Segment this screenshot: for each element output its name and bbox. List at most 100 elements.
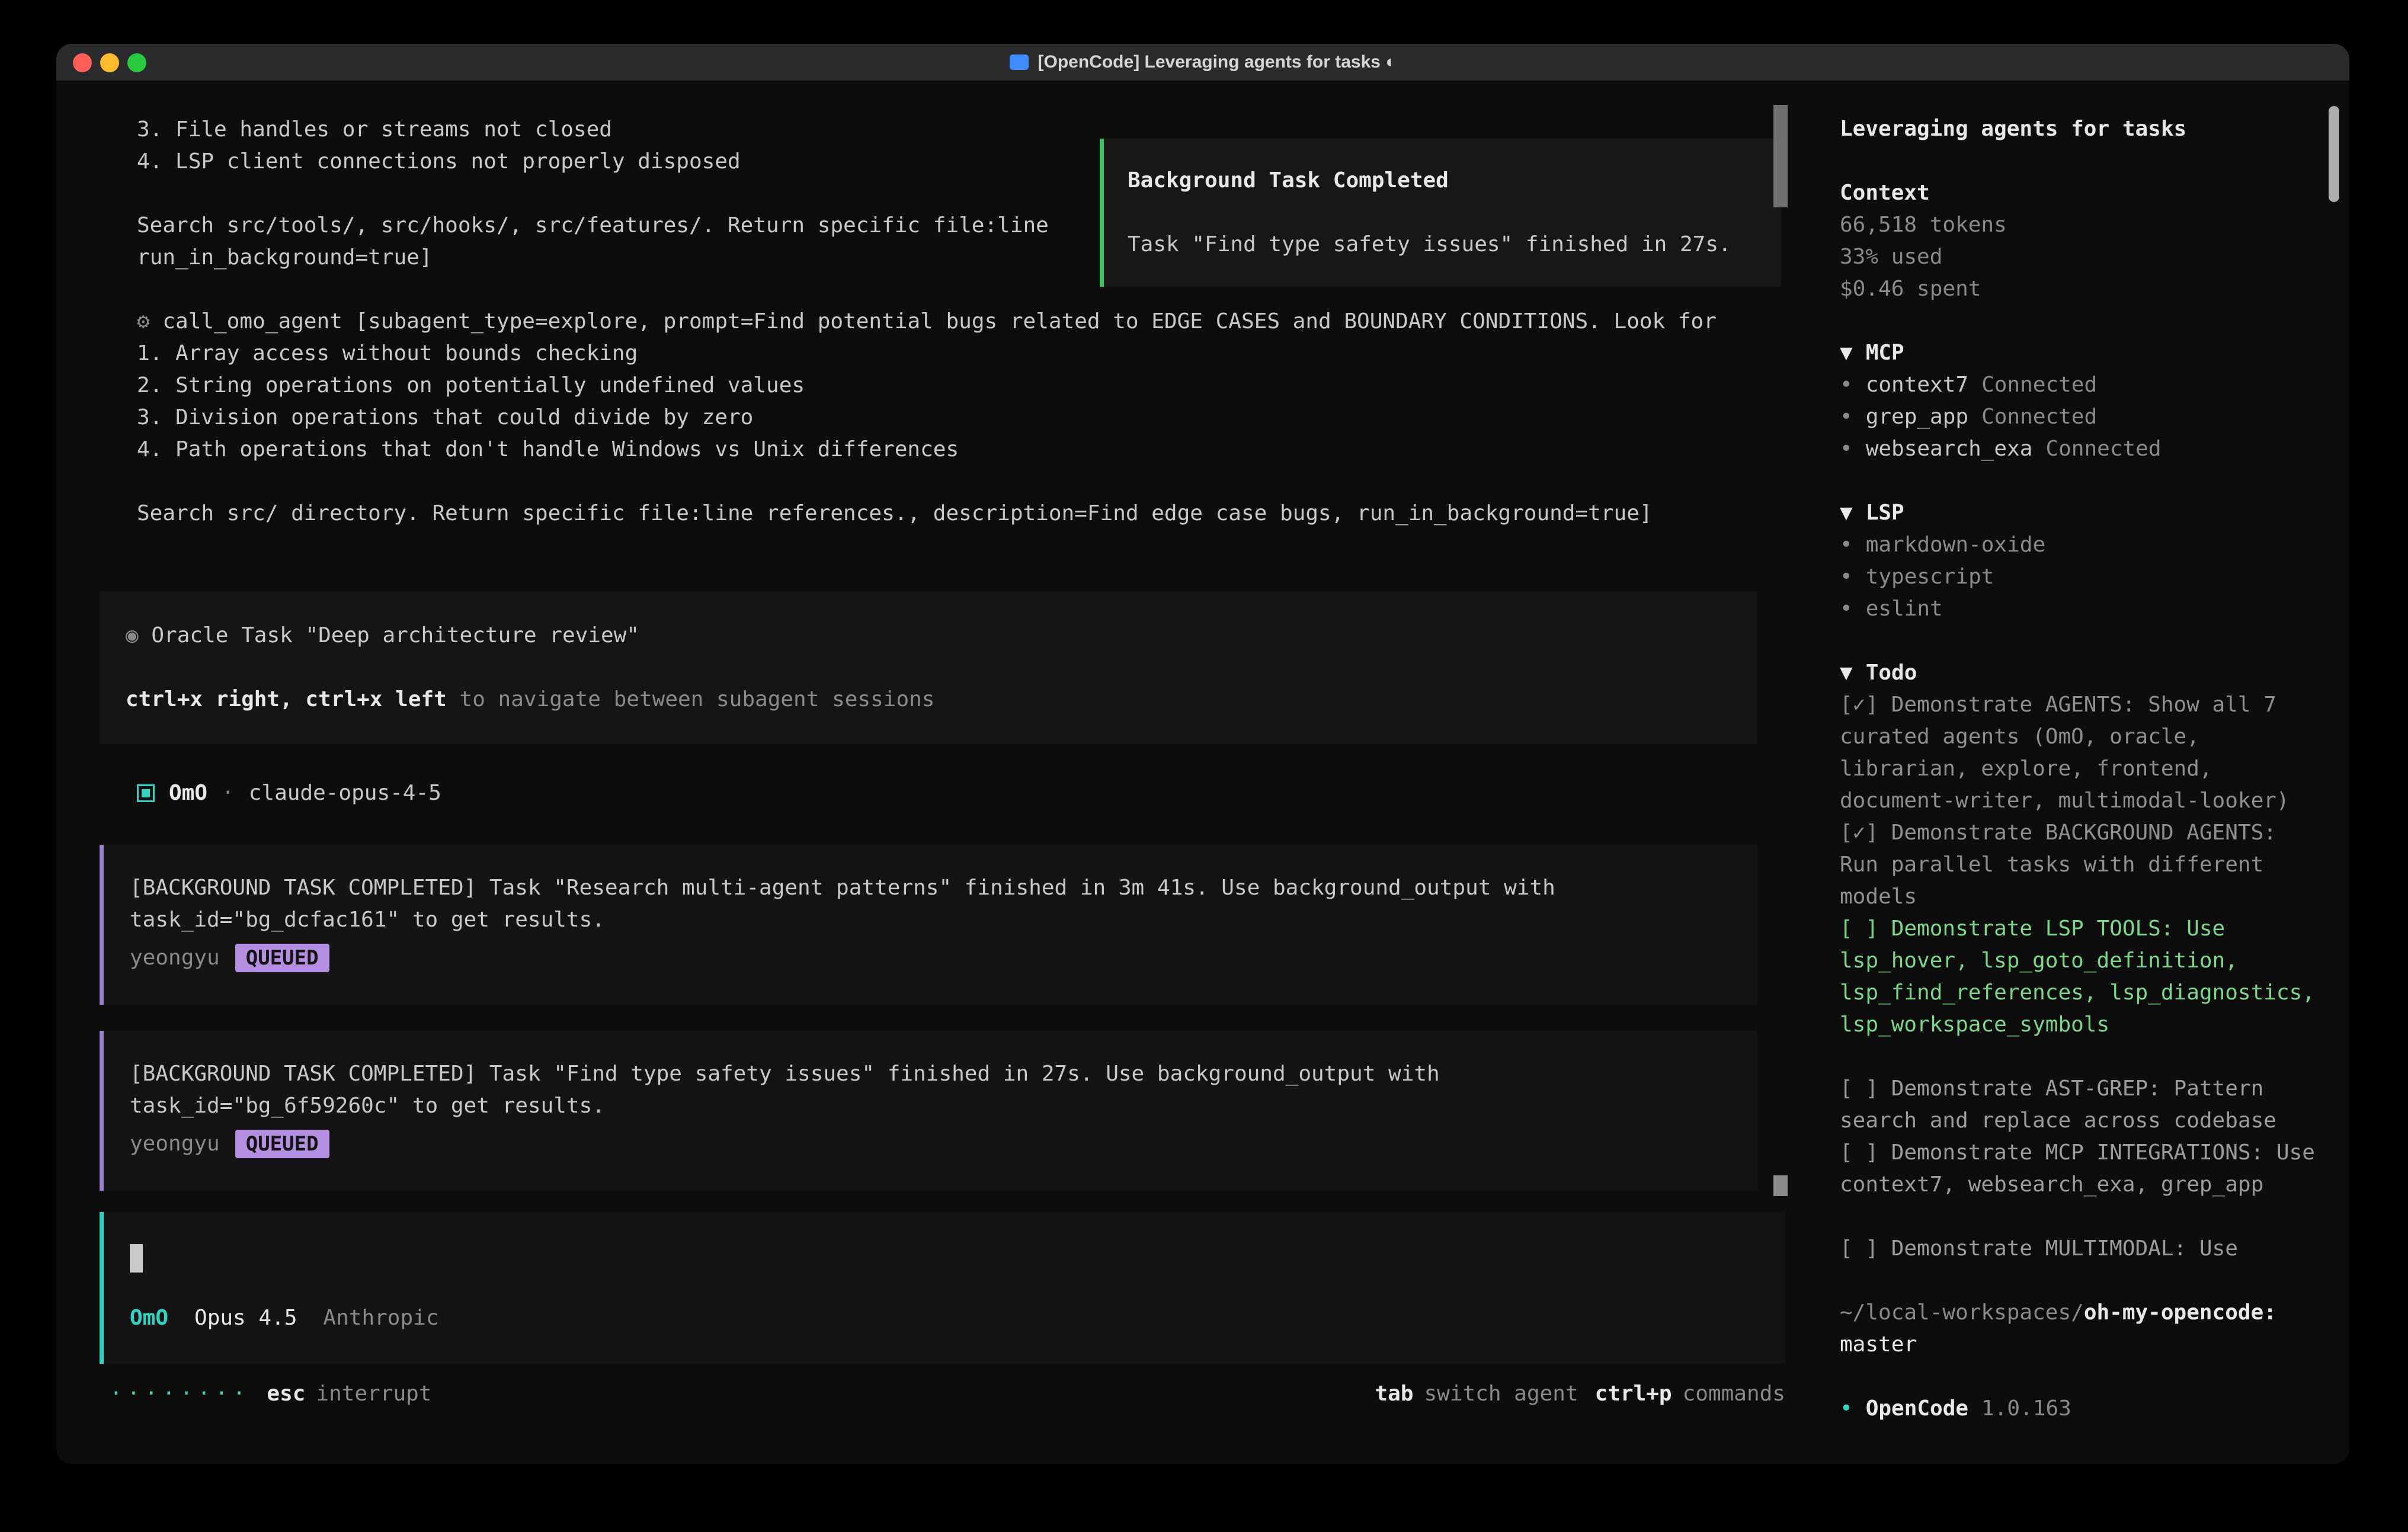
status-badge: QUEUED [235, 1130, 329, 1158]
todo-item: [ ] Demonstrate AST-GREP: Pattern search… [1840, 1073, 2320, 1137]
workspace-repo: oh-my-opencode: [2084, 1300, 2276, 1325]
agent-name: OmO [169, 777, 207, 809]
status-right: tab switch agent ctrl+p commands [1375, 1378, 1785, 1410]
log-line [137, 466, 1817, 498]
minimize-button[interactable] [100, 53, 119, 72]
bullet-icon: • [1840, 593, 1853, 625]
input-footer: OmO Opus 4.5 Anthropic [130, 1302, 1759, 1334]
message-line: task_id="bg_6f59260c" to get results. [130, 1090, 1731, 1122]
window-title-text: [OpenCode] Leveraging agents for tasks ◐ [1038, 52, 1397, 72]
window-titlebar[interactable]: [OpenCode] Leveraging agents for tasks ◐ [56, 44, 2349, 82]
bug-list-line: 1. Array access without bounds checking [137, 338, 1817, 370]
status-badge: QUEUED [235, 944, 329, 972]
message-line: task_id="bg_dcfac161" to get results. [130, 904, 1731, 936]
mcp-item-name: context7 [1866, 369, 1968, 401]
message-author: yeongyu [130, 1128, 220, 1160]
toast-title: Background Task Completed [1128, 165, 1757, 197]
message-card: [BACKGROUND TASK COMPLETED] Task "Resear… [100, 845, 1757, 1005]
tab-key-label: tab [1375, 1378, 1413, 1410]
app-name: OpenCode [1866, 1393, 1968, 1425]
status-bar: ········ esc interrupt tab switch agent … [110, 1378, 1785, 1410]
lsp-item: • eslint [1840, 593, 2320, 625]
todo-item: [ ] Demonstrate MCP INTEGRATIONS: Use co… [1840, 1137, 2320, 1201]
main-scrollbar-marker[interactable] [1773, 1175, 1788, 1196]
agent-header: OmO · claude-opus-4-5 [137, 777, 1817, 809]
esc-action-label: interrupt [316, 1378, 431, 1410]
session-title: Leveraging agents for tasks [1840, 113, 2320, 145]
input-line [130, 1242, 1759, 1274]
version-row: • OpenCode 1.0.163 [1840, 1393, 2320, 1425]
agent-model: claude-opus-4-5 [249, 777, 441, 809]
lsp-item-name: typescript [1866, 561, 1994, 593]
mcp-item: • websearch_exa Connected [1840, 433, 2320, 465]
agent-icon [137, 784, 155, 802]
todo-section-header[interactable]: ▼ Todo [1840, 657, 2320, 689]
message-footer: yeongyu QUEUED [130, 942, 1731, 974]
session-sidebar: Leveraging agents for tasks Context 66,5… [1817, 82, 2349, 1464]
mcp-item: • context7 Connected [1840, 369, 2320, 401]
spacer [1840, 305, 2320, 337]
mcp-section-header[interactable]: ▼ MCP [1840, 337, 2320, 369]
chevron-down-icon[interactable]: ▼ [1840, 337, 1853, 369]
spacer [1840, 625, 2320, 657]
esc-key-label: esc [267, 1378, 305, 1410]
spinner-dots-icon: ········ [110, 1378, 250, 1410]
search-line: Search src/ directory. Return specific f… [137, 498, 1817, 530]
lsp-item-name: markdown-oxide [1866, 529, 2045, 561]
bullet-icon: • [1840, 1393, 1853, 1425]
lsp-item: • markdown-oxide [1840, 529, 2320, 561]
spacer [1840, 145, 2320, 177]
maximize-button[interactable] [127, 53, 146, 72]
message-line: [BACKGROUND TASK COMPLETED] Task "Find t… [130, 1058, 1731, 1090]
bullet-icon: • [1840, 401, 1853, 433]
message-author: yeongyu [130, 942, 220, 974]
spacer [1840, 465, 2320, 497]
esc-hint: esc interrupt [267, 1378, 431, 1410]
chat-main-area: 3. File handles or streams not closed 4.… [56, 82, 1817, 1464]
oracle-task-panel: ◉ Oracle Task "Deep architecture review"… [100, 591, 1757, 744]
agent-icon-inner [142, 789, 150, 797]
mcp-item-status: Connected [1981, 369, 2097, 401]
bug-list-line: 3. Division operations that could divide… [137, 402, 1817, 434]
status-left: ········ esc interrupt [110, 1378, 432, 1410]
workspace-path-prefix: ~/local-workspaces/ [1840, 1300, 2084, 1325]
lsp-item: • typescript [1840, 561, 2320, 593]
oracle-title: Oracle Task "Deep architecture review" [151, 623, 639, 648]
lsp-section-header[interactable]: ▼ LSP [1840, 497, 2320, 529]
document-icon [1010, 55, 1029, 70]
lsp-item-name: eslint [1866, 593, 1943, 625]
mcp-item-name: grep_app [1866, 401, 1968, 433]
lsp-heading: LSP [1866, 497, 1904, 529]
chevron-down-icon[interactable]: ▼ [1840, 657, 1853, 689]
bullet-icon: • [1840, 529, 1853, 561]
tool-call-line: ⚙ call_omo_agent [subagent_type=explore,… [137, 306, 1817, 338]
terminal-window: [OpenCode] Leveraging agents for tasks ◐… [56, 44, 2349, 1464]
oracle-title-line: ◉ Oracle Task "Deep architecture review" [126, 620, 1731, 652]
workspace-path: ~/local-workspaces/oh-my-opencode: [1840, 1297, 2320, 1329]
spacer [1840, 1201, 2320, 1233]
todo-item: [ ] Demonstrate LSP TOOLS: Use lsp_hover… [1840, 913, 2320, 1041]
context-tokens: 66,518 tokens [1840, 209, 2320, 241]
input-model-name[interactable]: Opus 4.5 [194, 1302, 297, 1334]
todo-item: [✓] Demonstrate AGENTS: Show all 7 curat… [1840, 689, 2320, 817]
tab-action-label: switch agent [1424, 1378, 1578, 1410]
workspace-branch: master [1840, 1329, 2320, 1361]
text-cursor [130, 1244, 143, 1273]
oracle-icon: ◉ [126, 623, 139, 648]
input-provider-name: Anthropic [323, 1302, 438, 1334]
app-version: 1.0.163 [1981, 1393, 2071, 1425]
mcp-item-status: Connected [2045, 433, 2161, 465]
spacer [1840, 1041, 2320, 1073]
todo-item: [ ] Demonstrate MULTIMODAL: Use [1840, 1233, 2320, 1265]
todo-heading: Todo [1866, 657, 1917, 689]
bullet-icon: • [1840, 561, 1853, 593]
main-scrollbar-thumb[interactable] [1773, 105, 1788, 207]
mcp-heading: MCP [1866, 337, 1904, 369]
chevron-down-icon[interactable]: ▼ [1840, 497, 1853, 529]
close-button[interactable] [73, 53, 92, 72]
sidebar-scrollbar-thumb[interactable] [2329, 106, 2339, 202]
bug-list-line: 4. Path operations that don't handle Win… [137, 434, 1817, 466]
message-footer: yeongyu QUEUED [130, 1128, 1731, 1160]
mcp-item-name: websearch_exa [1866, 433, 2033, 465]
prompt-input[interactable]: OmO Opus 4.5 Anthropic [100, 1212, 1785, 1364]
